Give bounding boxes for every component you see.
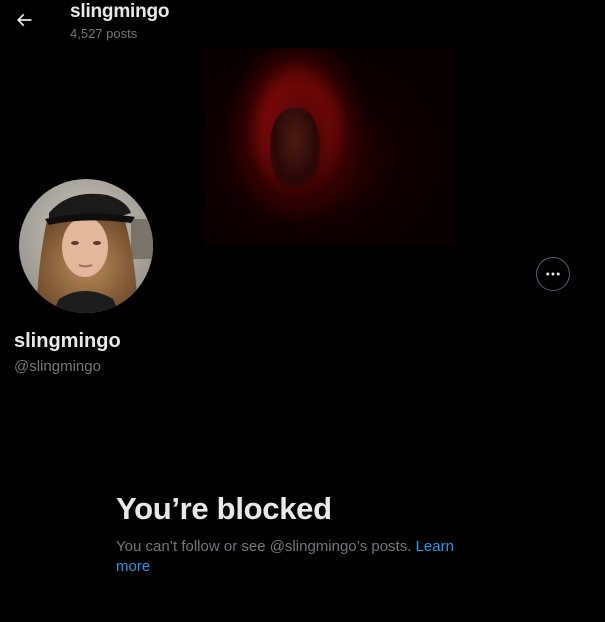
- blocked-message: You can’t follow or see @slingmingo’s po…: [116, 537, 486, 577]
- avatar-image: [19, 179, 153, 313]
- top-header: slingmingo 4,527 posts: [0, 0, 605, 48]
- more-options-button[interactable]: [536, 257, 570, 291]
- blocked-message-text: You can’t follow or see @slingmingo’s po…: [116, 538, 412, 555]
- profile-handle: @slingmingo: [14, 358, 101, 375]
- blocked-title: You’re blocked: [116, 491, 332, 526]
- back-button[interactable]: [8, 4, 40, 36]
- avatar[interactable]: [16, 176, 156, 316]
- header-post-count: 4,527 posts: [70, 26, 138, 41]
- arrow-left-icon: [16, 13, 32, 27]
- header-profile-name: slingmingo: [70, 1, 170, 22]
- more-horizontal-icon: [546, 272, 560, 276]
- banner-figure: [270, 108, 320, 188]
- profile-display-name: slingmingo: [14, 330, 121, 352]
- banner-image: [205, 48, 455, 245]
